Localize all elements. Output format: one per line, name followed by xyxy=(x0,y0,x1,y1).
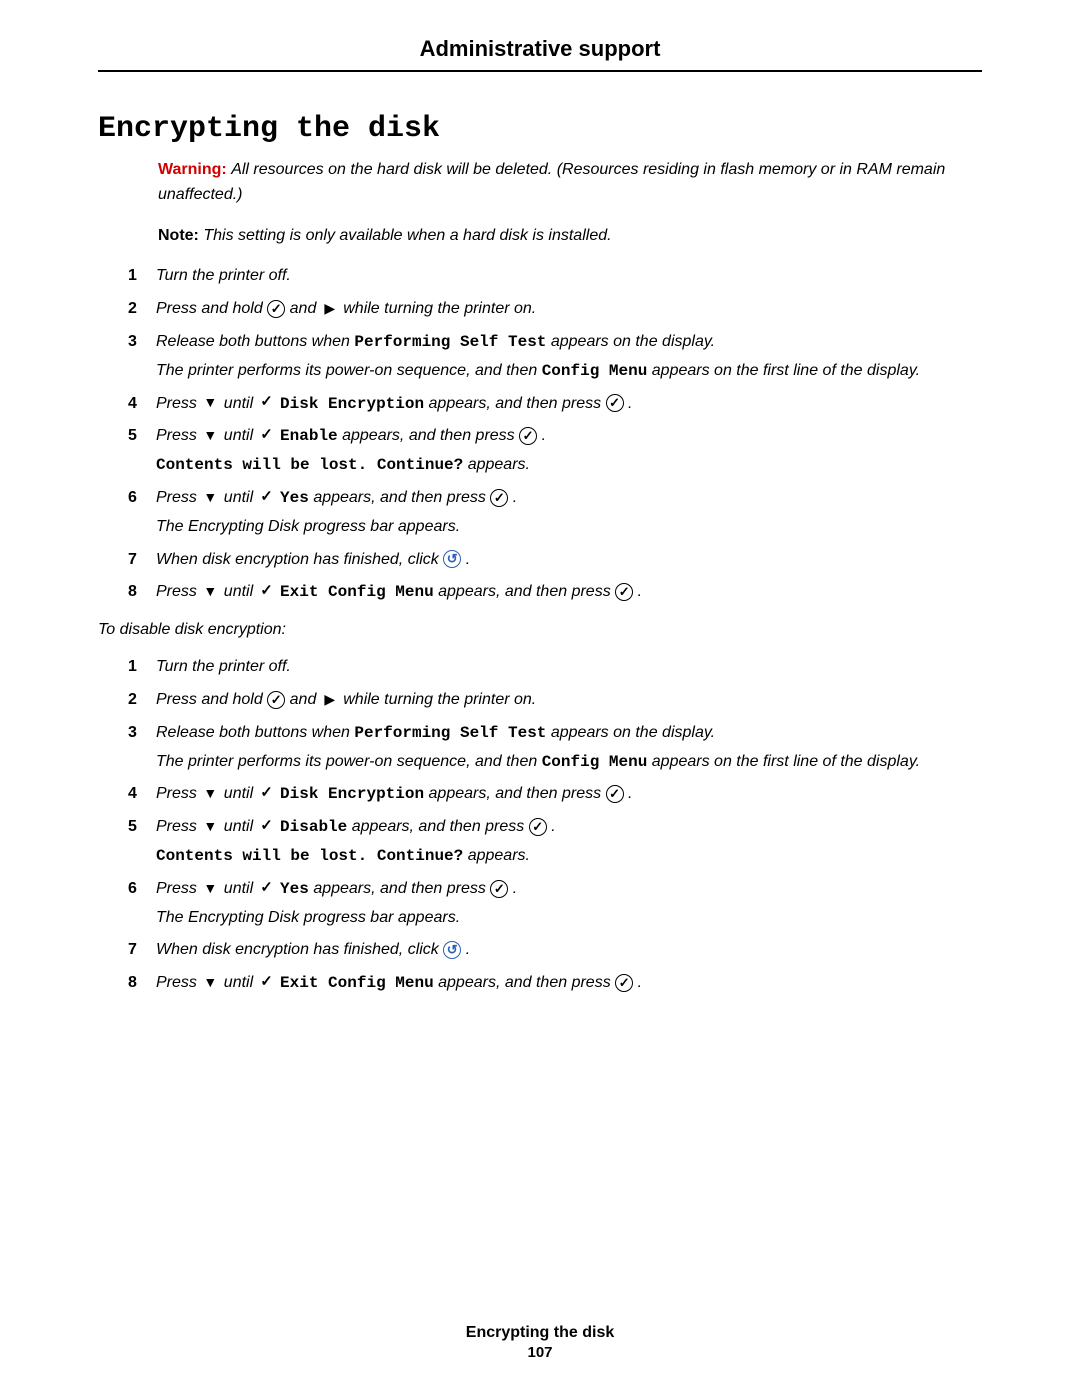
down-arrow-icon xyxy=(201,394,219,412)
document-page: Administrative support Encrypting the di… xyxy=(0,0,1080,1397)
d-step-7: When disk encryption has finished, click… xyxy=(128,938,982,963)
step-2-a: Press and hold xyxy=(156,300,267,317)
step-3-b: appears on the display. xyxy=(551,333,715,350)
step-2-b: and xyxy=(290,300,321,317)
term-yes: Yes xyxy=(280,489,309,507)
warning-block: Warning: All resources on the hard disk … xyxy=(158,158,982,208)
warning-label: Warning: xyxy=(158,161,227,178)
check-icon xyxy=(258,583,276,601)
note-text: This setting is only available when a ha… xyxy=(203,227,611,244)
select-icon xyxy=(615,583,633,601)
note-label: Note: xyxy=(158,227,199,244)
term-contents-lost: Contents will be lost. Continue? xyxy=(156,847,463,865)
check-icon xyxy=(258,427,276,445)
step-5: Press until Enable appears, and then pre… xyxy=(128,424,982,478)
check-icon xyxy=(258,489,276,507)
down-arrow-icon xyxy=(201,427,219,445)
step-5-sub: Contents will be lost. Continue? appears… xyxy=(156,453,982,478)
page-footer: Encrypting the disk 107 xyxy=(0,1324,1080,1361)
down-arrow-icon xyxy=(201,489,219,507)
term-self-test: Performing Self Test xyxy=(354,333,546,351)
down-arrow-icon xyxy=(201,818,219,836)
enable-steps: Turn the printer off. Press and hold and… xyxy=(128,264,982,605)
step-4: Press until Disk Encryption appears, and… xyxy=(128,392,982,417)
step-2-c: while turning the printer on. xyxy=(343,300,536,317)
step-2: Press and hold and while turning the pri… xyxy=(128,297,982,322)
step-8: Press until Exit Config Menu appears, an… xyxy=(128,580,982,605)
down-arrow-icon xyxy=(201,974,219,992)
footer-page-number: 107 xyxy=(0,1344,1080,1361)
term-exit-config: Exit Config Menu xyxy=(280,974,434,992)
term-disable: Disable xyxy=(280,818,347,836)
footer-title: Encrypting the disk xyxy=(0,1324,1080,1342)
d-step-4: Press until Disk Encryption appears, and… xyxy=(128,782,982,807)
right-arrow-icon xyxy=(321,691,339,709)
disable-steps: Turn the printer off. Press and hold and… xyxy=(128,655,982,996)
down-arrow-icon xyxy=(201,880,219,898)
select-icon xyxy=(606,394,624,412)
term-exit-config: Exit Config Menu xyxy=(280,583,434,601)
step-7: When disk encryption has finished, click… xyxy=(128,548,982,573)
check-icon xyxy=(258,974,276,992)
select-icon xyxy=(490,880,508,898)
step-3-sub: The printer performs its power-on sequen… xyxy=(156,359,982,384)
check-icon xyxy=(258,394,276,412)
back-icon xyxy=(443,550,461,568)
check-icon xyxy=(258,785,276,803)
select-icon xyxy=(490,489,508,507)
down-arrow-icon xyxy=(201,785,219,803)
step-6-sub: The Encrypting Disk progress bar appears… xyxy=(156,515,982,540)
select-icon xyxy=(267,300,285,318)
section-title: Encrypting the disk xyxy=(98,112,982,146)
select-icon xyxy=(519,427,537,445)
d-step-6: Press until Yes appears, and then press … xyxy=(128,877,982,931)
term-yes: Yes xyxy=(280,880,309,898)
term-config-menu: Config Menu xyxy=(542,362,648,380)
term-config-menu: Config Menu xyxy=(542,753,648,771)
term-disk-encryption: Disk Encryption xyxy=(280,785,424,803)
step-1: Turn the printer off. xyxy=(128,264,982,289)
page-header-title: Administrative support xyxy=(98,36,982,70)
note-block: Note: This setting is only available whe… xyxy=(158,224,982,249)
disable-intro: To disable disk encryption: xyxy=(98,621,982,639)
down-arrow-icon xyxy=(201,583,219,601)
step-3-a: Release both buttons when xyxy=(156,333,354,350)
d-step-2: Press and hold and while turning the pri… xyxy=(128,688,982,713)
check-icon xyxy=(258,818,276,836)
d-step-8: Press until Exit Config Menu appears, an… xyxy=(128,971,982,996)
term-contents-lost: Contents will be lost. Continue? xyxy=(156,456,463,474)
select-icon xyxy=(606,785,624,803)
term-enable: Enable xyxy=(280,427,338,445)
step-1-text: Turn the printer off. xyxy=(156,267,291,284)
step-3: Release both buttons when Performing Sel… xyxy=(128,330,982,384)
header-rule xyxy=(98,70,982,72)
step-6: Press until Yes appears, and then press … xyxy=(128,486,982,540)
right-arrow-icon xyxy=(321,300,339,318)
term-self-test: Performing Self Test xyxy=(354,724,546,742)
select-icon xyxy=(529,818,547,836)
select-icon xyxy=(615,974,633,992)
d-step-1: Turn the printer off. xyxy=(128,655,982,680)
warning-text: All resources on the hard disk will be d… xyxy=(158,161,945,203)
term-disk-encryption: Disk Encryption xyxy=(280,395,424,413)
select-icon xyxy=(267,691,285,709)
d-step-3: Release both buttons when Performing Sel… xyxy=(128,721,982,775)
back-icon xyxy=(443,941,461,959)
d-step-5: Press until Disable appears, and then pr… xyxy=(128,815,982,869)
check-icon xyxy=(258,880,276,898)
